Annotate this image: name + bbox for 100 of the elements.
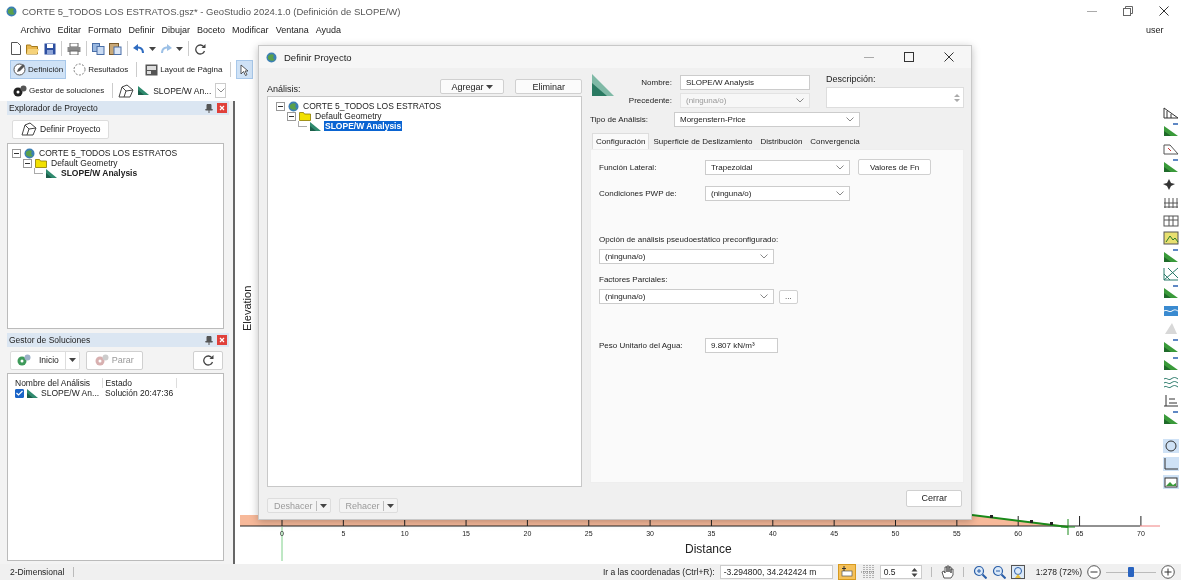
mode-tab[interactable]: Definición xyxy=(10,60,67,79)
grid-spacing-field[interactable]: 0.5 xyxy=(879,565,922,579)
dropdown[interactable]: (ninguna/o) xyxy=(705,186,850,201)
mesh-icon[interactable] xyxy=(1162,267,1179,281)
tab[interactable]: Distribución xyxy=(756,133,807,149)
slope-icon[interactable] xyxy=(1162,141,1179,155)
panel-title: Gestor de Soluciones xyxy=(9,335,91,345)
zoom-in-button-icon[interactable] xyxy=(1161,565,1175,579)
tree-item[interactable]: CORTE 5_TODOS LOS ESTRATOS xyxy=(302,101,443,111)
slope-icon[interactable] xyxy=(1162,123,1179,137)
tab[interactable]: Configuración xyxy=(592,133,650,149)
define-project-button[interactable]: Definir Proyecto xyxy=(12,119,110,139)
column-header[interactable]: Nombre del Análisis xyxy=(12,378,103,388)
dropdown[interactable]: Trapezoidal xyxy=(705,159,850,175)
analysis-type-dropdown[interactable]: Morgenstern-Price xyxy=(674,112,860,127)
menu-item[interactable]: Ventana xyxy=(272,25,313,35)
menu-item[interactable]: Definir xyxy=(125,25,159,35)
bars-icon[interactable] xyxy=(1162,393,1179,407)
tree-item[interactable]: CORTE 5_TODOS LOS ESTRATOS xyxy=(38,148,179,158)
close-icon[interactable] xyxy=(1159,6,1169,16)
start-button[interactable]: Inicio xyxy=(10,350,80,370)
axes-icon[interactable] xyxy=(1162,457,1179,471)
menu-item[interactable]: Modificar xyxy=(228,25,273,35)
add-button[interactable]: Agregar xyxy=(440,79,505,94)
slope-icon[interactable] xyxy=(1162,411,1179,425)
input-field[interactable]: 9.807 kN/m³ xyxy=(705,338,778,353)
tree-item[interactable]: SLOPE/W Analysis xyxy=(324,121,403,131)
column-header[interactable]: Estado xyxy=(102,378,177,388)
snap-toggle[interactable] xyxy=(837,564,856,580)
collapse-icon[interactable] xyxy=(12,148,21,158)
pin-icon[interactable] xyxy=(205,103,213,113)
refresh-icon xyxy=(202,354,214,366)
slope-icon[interactable] xyxy=(1162,159,1179,173)
menu-item[interactable]: Editar xyxy=(54,25,85,35)
tree-item[interactable]: SLOPE/W Analysis xyxy=(60,168,139,178)
zoom-out-button-icon[interactable] xyxy=(1087,565,1101,579)
analysis-dropdown[interactable]: SLOPE/W An... xyxy=(138,82,227,99)
tab[interactable]: Superficie de Deslizamiento xyxy=(649,133,757,149)
grid-icon[interactable] xyxy=(1162,195,1179,209)
refresh-button[interactable] xyxy=(193,350,223,370)
dropdown[interactable]: (ninguna/o) xyxy=(599,249,774,264)
slope-icon[interactable] xyxy=(1162,357,1179,371)
menu-item[interactable]: Boceto xyxy=(193,25,229,35)
menu-item[interactable]: Dibujar xyxy=(158,25,194,35)
caret-icon[interactable] xyxy=(149,46,156,51)
table-cell: Solución 20:47:36 xyxy=(102,388,177,398)
image-icon[interactable] xyxy=(1162,475,1179,489)
collapse-icon[interactable] xyxy=(23,158,32,168)
pin-icon[interactable] xyxy=(205,335,213,345)
slope-icon[interactable] xyxy=(1162,339,1179,353)
table-icon[interactable] xyxy=(1162,213,1179,227)
collapse-icon[interactable] xyxy=(287,111,296,121)
map-icon[interactable] xyxy=(1162,231,1179,245)
slope-icon[interactable] xyxy=(1162,285,1179,299)
printer-icon[interactable] xyxy=(67,42,81,55)
save-icon[interactable] xyxy=(44,42,56,55)
menu-item[interactable]: Archivo xyxy=(17,25,54,35)
paste-icon[interactable] xyxy=(109,42,122,55)
new-file-icon[interactable] xyxy=(10,42,22,55)
values-button[interactable]: Valores de Fn xyxy=(858,159,932,175)
menu-item[interactable]: Ayuda xyxy=(312,25,345,35)
user-name[interactable]: user xyxy=(1142,25,1167,35)
tree-item[interactable]: Default Geometry xyxy=(50,158,119,168)
chevron-icon xyxy=(846,117,854,122)
restore-icon[interactable] xyxy=(1123,6,1133,16)
hand-icon[interactable] xyxy=(940,565,954,579)
dropdown[interactable]: (ninguna/o) xyxy=(599,289,774,304)
panel-title: Explorador de Proyecto xyxy=(9,103,98,113)
water-icon[interactable] xyxy=(1162,303,1179,317)
undo-icon[interactable] xyxy=(133,43,145,54)
close-icon[interactable] xyxy=(944,52,954,62)
zoom-slider[interactable] xyxy=(1128,567,1134,577)
caret-icon[interactable] xyxy=(176,46,183,51)
refresh-icon[interactable] xyxy=(194,42,206,55)
name-field[interactable]: SLOPE/W Analysis xyxy=(680,74,810,90)
mode-tab[interactable]: Resultados xyxy=(70,60,132,79)
checkbox[interactable] xyxy=(15,388,24,398)
zoom-level: 1:278 (72%) xyxy=(1035,567,1082,577)
tab[interactable]: Convergencia xyxy=(806,133,864,149)
description-field[interactable] xyxy=(826,87,964,108)
coordinates-field[interactable]: -3.294800, 34.242424 m xyxy=(719,565,833,579)
close-button[interactable]: Cerrar xyxy=(906,489,962,507)
field-label: Peso Unitario del Agua: xyxy=(599,341,684,350)
zoom-out-icon[interactable] xyxy=(991,565,1006,579)
maximize-icon[interactable] xyxy=(904,52,914,62)
slope-icon[interactable] xyxy=(1162,249,1179,263)
open-folder-icon[interactable] xyxy=(26,42,40,55)
solution-manager-button[interactable]: Gestor de soluciones xyxy=(10,81,108,100)
menu-item[interactable]: Formato xyxy=(84,25,126,35)
pointer-tool[interactable] xyxy=(236,60,254,79)
mode-tab[interactable]: Layout de Página xyxy=(142,60,226,79)
collapse-icon[interactable] xyxy=(276,101,285,111)
zoom-fit-icon[interactable] xyxy=(1010,565,1025,579)
wave-icon[interactable] xyxy=(1162,375,1179,389)
delete-button[interactable]: Eliminar xyxy=(515,79,582,94)
browse-button[interactable]: ... xyxy=(779,289,798,304)
zoom-in-icon[interactable] xyxy=(972,565,987,579)
tree-item[interactable]: Default Geometry xyxy=(314,111,383,121)
copy-icon[interactable] xyxy=(92,42,105,55)
slope-grid-icon[interactable] xyxy=(1162,105,1179,119)
